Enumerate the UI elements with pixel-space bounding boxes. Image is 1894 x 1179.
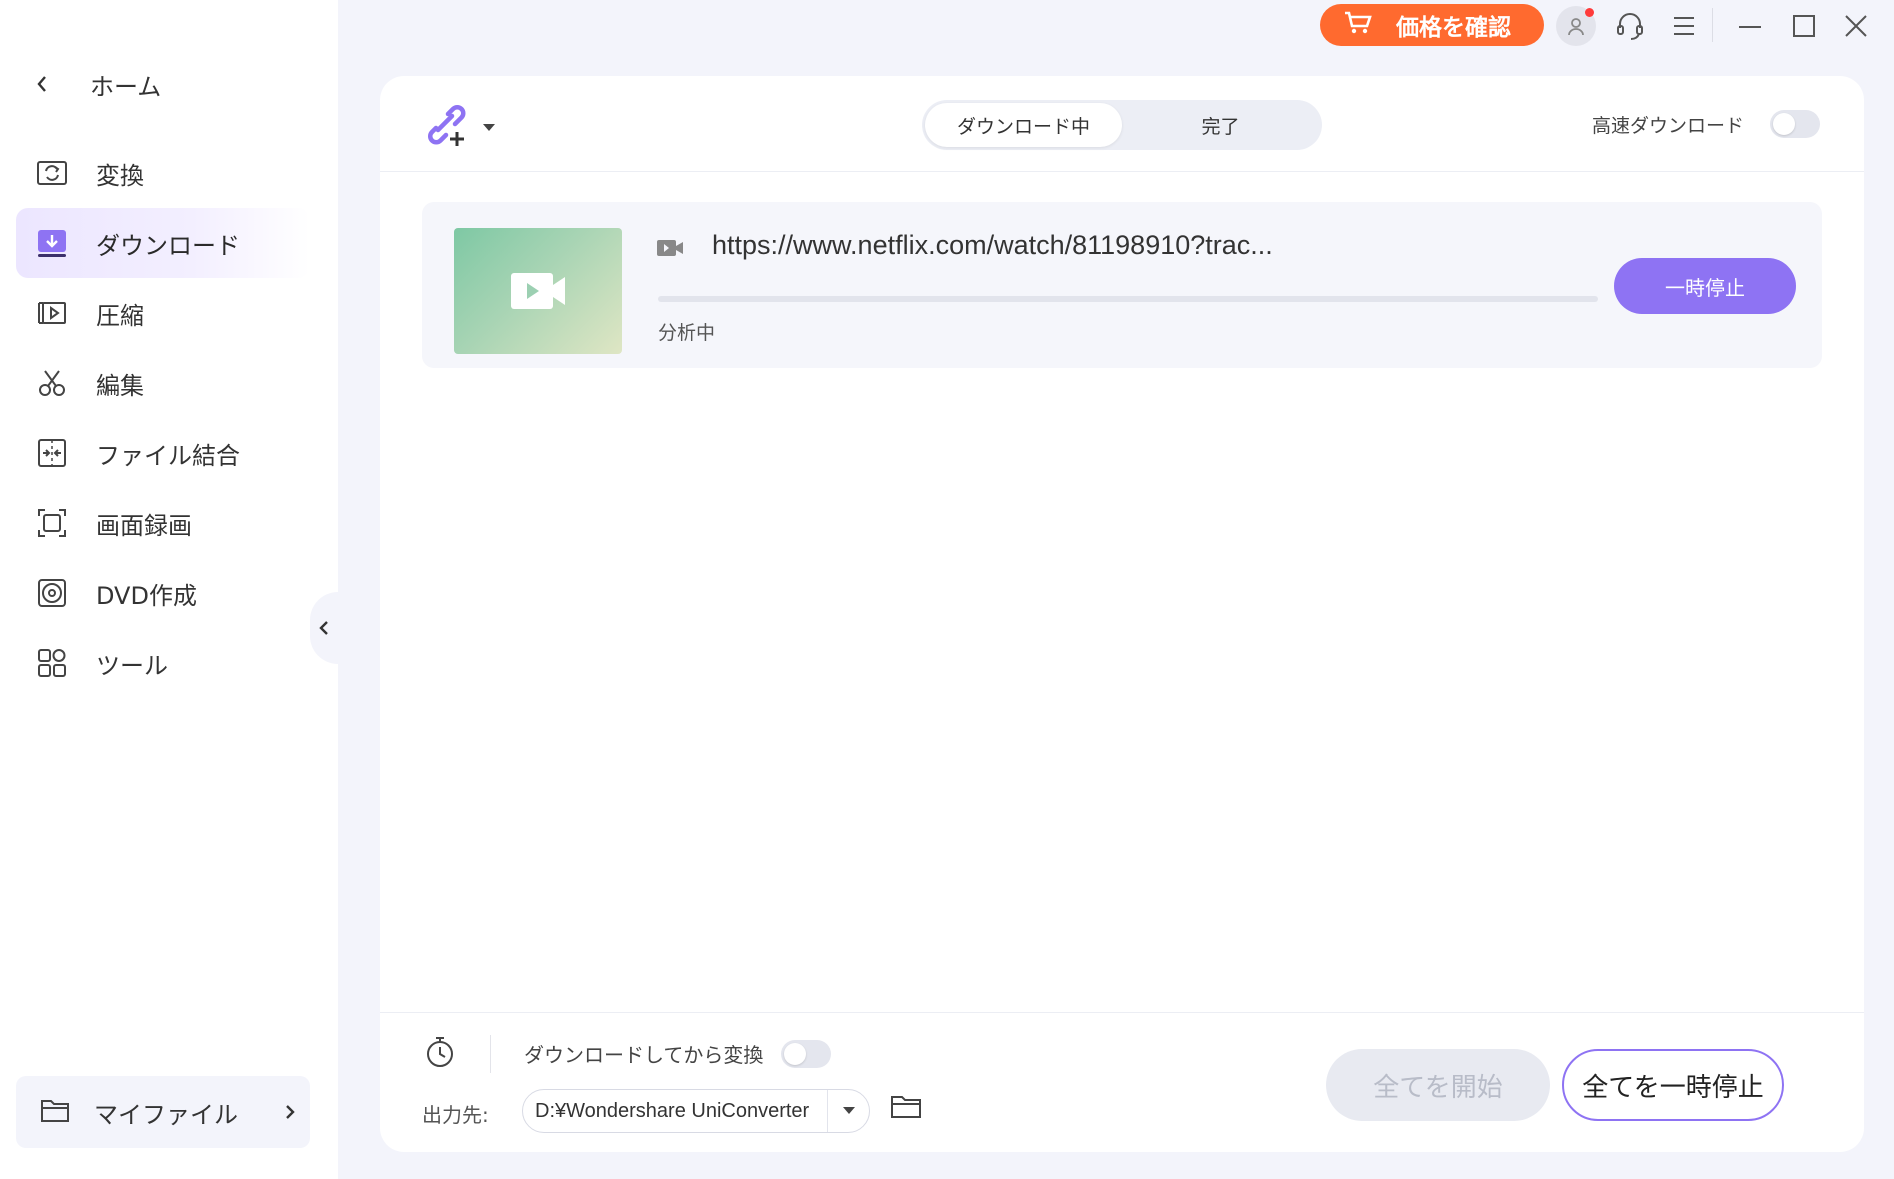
close-button[interactable] xyxy=(1836,6,1876,46)
sidebar-item-tools[interactable]: ツール xyxy=(16,628,310,698)
notification-dot xyxy=(1585,8,1594,17)
sidebar-item-convert[interactable]: 変換 xyxy=(16,138,310,208)
download-task-item: https://www.netflix.com/watch/81198910?t… xyxy=(422,202,1822,368)
maximize-icon xyxy=(1793,15,1815,37)
convert-icon xyxy=(34,155,70,191)
check-price-button[interactable]: 価格を確認 xyxy=(1320,4,1544,46)
fast-download-label: 高速ダウンロード xyxy=(1591,114,1744,137)
menu-button[interactable] xyxy=(1664,6,1704,46)
output-path-value: D:¥Wondershare UniConverter xyxy=(535,1099,810,1122)
chevron-left-icon xyxy=(28,75,56,93)
sidebar-item-merge[interactable]: ファイル結合 xyxy=(16,418,310,488)
maximize-button[interactable] xyxy=(1784,6,1824,46)
output-location-select[interactable]: D:¥Wondershare UniConverter xyxy=(522,1089,870,1133)
task-status: 分析中 xyxy=(658,322,716,344)
chevron-down-icon[interactable] xyxy=(827,1090,869,1132)
sidebar-item-screen-record[interactable]: 画面録画 xyxy=(16,488,310,558)
sidebar-item-label: ファイル結合 xyxy=(96,441,240,470)
download-tabs: ダウンロード中 完了 xyxy=(922,100,1322,150)
add-url-button[interactable] xyxy=(424,102,496,152)
video-thumbnail xyxy=(454,228,622,354)
convert-after-download-setting: ダウンロードしてから変換 xyxy=(524,1039,832,1068)
sidebar-item-edit[interactable]: 編集 xyxy=(16,348,310,418)
panel-header: ダウンロード中 完了 高速ダウンロード xyxy=(380,76,1864,172)
sidebar-item-label: DVD作成 xyxy=(96,581,197,610)
sidebar-item-label: ツール xyxy=(96,651,168,680)
open-folder-icon[interactable] xyxy=(890,1093,922,1123)
convert-after-toggle[interactable] xyxy=(781,1039,832,1068)
home-label: ホーム xyxy=(90,72,162,101)
download-panel: ダウンロード中 完了 高速ダウンロード https://www.netflix.… xyxy=(380,76,1864,1152)
fast-download-setting: 高速ダウンロード xyxy=(1592,110,1820,138)
merge-icon xyxy=(34,435,70,471)
minimize-button[interactable] xyxy=(1730,6,1770,46)
screen-record-icon xyxy=(34,505,70,541)
sidebar-item-label: ダウンロード xyxy=(96,231,240,260)
titlebar-divider xyxy=(1712,8,1713,42)
panel-footer: ダウンロードしてから変換 出力先: D:¥Wondershare UniConv… xyxy=(380,1012,1864,1152)
hamburger-menu-icon xyxy=(1674,17,1694,35)
start-all-button[interactable]: 全てを開始 xyxy=(1326,1049,1550,1121)
video-camera-icon xyxy=(511,273,565,309)
headset-icon xyxy=(1617,13,1643,40)
sidebar-nav: 変換 ダウンロード 圧縮 編集 ファイル結合 画面録画 DVD作成 ツール xyxy=(16,138,310,698)
tools-grid-icon xyxy=(34,645,70,681)
chevron-right-icon xyxy=(270,1105,310,1119)
task-url: https://www.netflix.com/watch/81198910?t… xyxy=(712,230,1273,260)
close-icon xyxy=(1845,15,1867,37)
pause-all-button[interactable]: 全てを一時停止 xyxy=(1562,1049,1784,1121)
sidebar-item-label: 画面録画 xyxy=(96,511,192,540)
check-price-label: 価格を確認 xyxy=(1396,15,1511,41)
footer-divider xyxy=(490,1035,491,1073)
sidebar-item-download[interactable]: ダウンロード xyxy=(16,208,310,278)
sidebar: ホーム 変換 ダウンロード 圧縮 編集 ファイル結合 画面録画 DVD作成 ツー… xyxy=(0,0,338,1179)
task-progress-bar xyxy=(658,296,1598,302)
fast-download-toggle[interactable] xyxy=(1770,110,1820,138)
account-avatar[interactable] xyxy=(1556,6,1596,46)
minimize-icon xyxy=(1739,26,1761,28)
cart-icon xyxy=(1344,11,1372,39)
sidebar-item-label: 編集 xyxy=(96,371,144,400)
sidebar-item-dvd[interactable]: DVD作成 xyxy=(16,558,310,628)
myfiles-button[interactable]: マイファイル xyxy=(16,1076,310,1148)
sidebar-item-label: 圧縮 xyxy=(96,301,144,330)
sidebar-item-label: 変換 xyxy=(96,161,144,190)
myfiles-label: マイファイル xyxy=(94,1100,238,1129)
sidebar-item-compress[interactable]: 圧縮 xyxy=(16,278,310,348)
support-button[interactable] xyxy=(1610,6,1650,46)
timer-icon[interactable] xyxy=(424,1035,456,1073)
add-link-icon xyxy=(424,102,470,152)
convert-after-label: ダウンロードしてから変換 xyxy=(524,1043,764,1067)
chevron-left-icon xyxy=(319,621,328,635)
scissors-icon xyxy=(34,365,70,401)
pause-task-button[interactable]: 一時停止 xyxy=(1614,258,1796,314)
chevron-down-icon[interactable] xyxy=(482,118,496,137)
download-icon xyxy=(34,225,70,261)
sidebar-collapse-button[interactable] xyxy=(310,592,338,664)
tab-finished[interactable]: 完了 xyxy=(1122,103,1319,147)
compress-icon xyxy=(34,295,70,331)
folder-icon xyxy=(40,1097,70,1127)
output-location-label: 出力先: xyxy=(422,1103,489,1127)
video-file-icon xyxy=(656,238,684,262)
disc-icon xyxy=(34,575,70,611)
home-link[interactable]: ホーム xyxy=(28,62,161,106)
tab-downloading[interactable]: ダウンロード中 xyxy=(925,103,1122,147)
user-icon xyxy=(1568,18,1584,36)
